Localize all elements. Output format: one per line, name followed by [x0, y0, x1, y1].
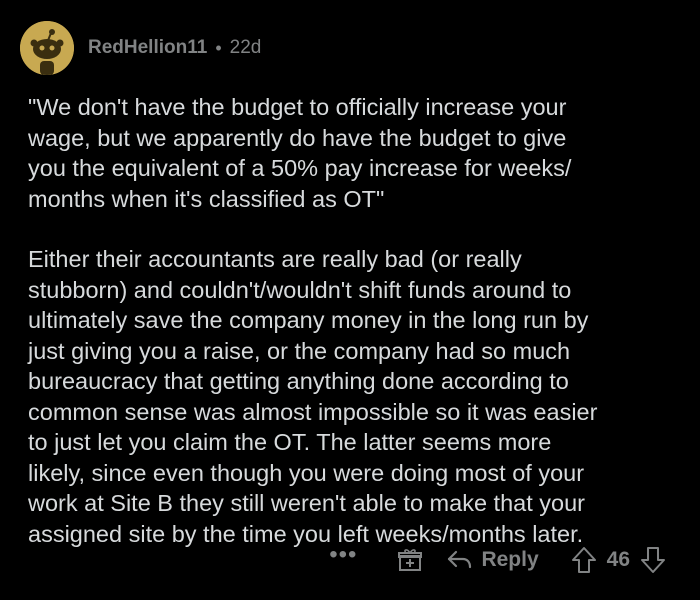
- comment-meta: RedHellion11 • 22d: [88, 37, 261, 59]
- award-button[interactable]: [397, 547, 423, 573]
- vote-score: 46: [606, 548, 630, 571]
- avatar[interactable]: [20, 21, 74, 75]
- meta-separator: •: [215, 37, 222, 58]
- snoo-avatar-icon: [20, 21, 74, 75]
- comment-paragraph: Either their accountants are really bad …: [28, 246, 598, 547]
- reply-button[interactable]: Reply: [447, 548, 539, 572]
- comment-age: 22d: [229, 37, 262, 58]
- more-options-button[interactable]: •••: [329, 541, 357, 569]
- gift-icon: [398, 549, 423, 571]
- upvote-arrow-icon: [571, 547, 596, 573]
- comment-paragraph: "We don't have the budget to officially …: [28, 94, 572, 212]
- reply-label: Reply: [481, 548, 539, 571]
- comment-author[interactable]: RedHellion11: [88, 37, 207, 59]
- vote-controls: 46: [571, 546, 666, 574]
- upvote-button[interactable]: [571, 546, 597, 574]
- comment-header: RedHellion11 • 22d: [20, 20, 261, 76]
- comment-body: "We don't have the budget to officially …: [28, 92, 678, 579]
- downvote-arrow-icon: [641, 547, 665, 573]
- downvote-button[interactable]: [640, 546, 666, 574]
- reply-arrow-icon: [448, 550, 472, 569]
- comment-actions: ••• Reply 46: [329, 541, 666, 578]
